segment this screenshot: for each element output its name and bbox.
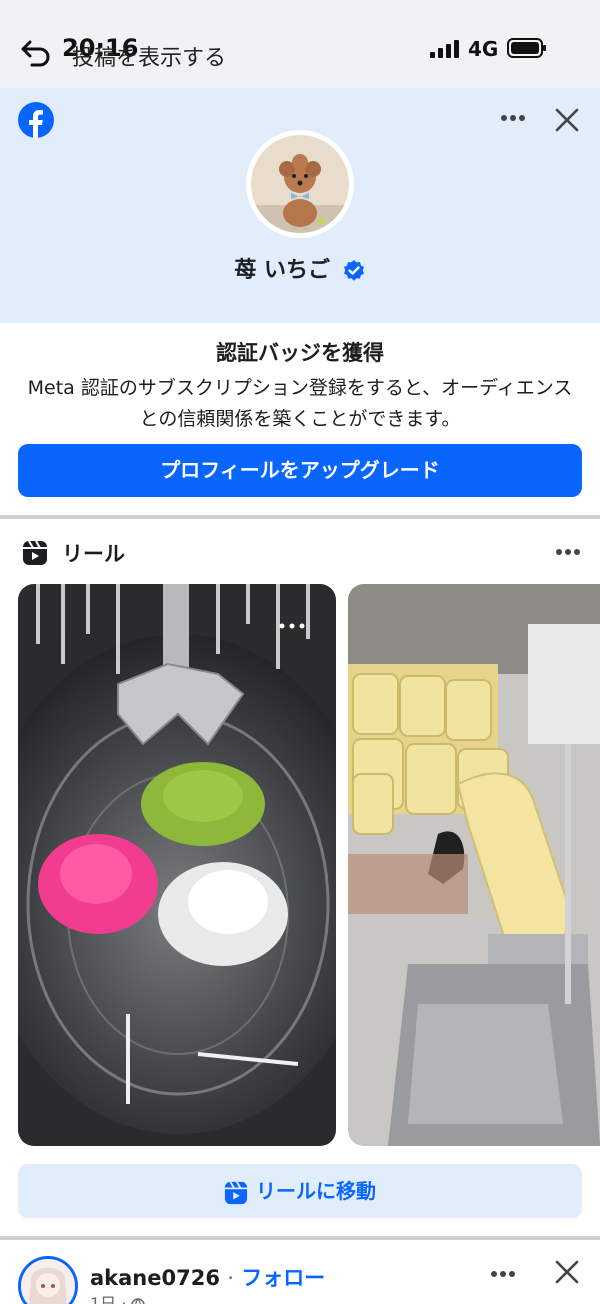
section-divider (0, 515, 600, 519)
profile-name[interactable]: 苺 いちご (234, 258, 330, 283)
close-icon[interactable] (555, 108, 579, 132)
reels-section-title: リール (62, 542, 125, 566)
post-username[interactable]: akane0726 (90, 1266, 220, 1290)
reel-thumbnail-powders[interactable] (18, 584, 336, 1146)
follow-button[interactable]: フォロー (241, 1266, 325, 1290)
post-close-icon[interactable] (555, 1260, 579, 1284)
dog-photo (251, 135, 349, 233)
anime-avatar-image (21, 1259, 75, 1304)
more-options-icon[interactable] (500, 114, 526, 122)
post-separator: · (227, 1266, 234, 1290)
reel-thumbnail-butter[interactable] (348, 584, 600, 1146)
post-more-options-icon[interactable] (490, 1270, 516, 1278)
promo-title: 認証バッジを獲得 (216, 341, 384, 365)
reel-butter-image (348, 584, 600, 1146)
post-author-line: akane0726 · フォロー (90, 1262, 325, 1292)
battery-icon (507, 38, 546, 58)
reels-icon (23, 540, 47, 565)
profile-avatar[interactable] (246, 130, 354, 238)
reels-header: リール (0, 530, 600, 574)
reel-powders-image (18, 584, 336, 1146)
facebook-logo-icon[interactable] (18, 102, 54, 138)
page-breadcrumb: 投稿を表示する (72, 46, 227, 71)
promo-description: Meta 認証のサブスクリプション登録をすると、オーディエンスとの信頼関係を築く… (27, 377, 573, 430)
verified-badge-icon (343, 260, 364, 281)
post-time-separator: · (121, 1294, 127, 1304)
upgrade-profile-button[interactable]: プロフィールをアップグレード (18, 444, 582, 497)
reels-more-options-icon[interactable] (555, 548, 581, 556)
globe-icon (131, 1297, 146, 1304)
back-arrow-icon[interactable] (18, 34, 54, 70)
post-meta: 1日 · (90, 1290, 146, 1304)
signal-icon (430, 40, 459, 58)
network-type: 4G (468, 37, 499, 61)
go-to-reels-button[interactable]: リールに移動 (18, 1164, 582, 1218)
profile-card: 苺 いちご (0, 88, 600, 323)
top-bar: 20:16 投稿を表示する 4G (0, 0, 600, 88)
go-to-reels-label: リールに移動 (256, 1179, 376, 1203)
profile-name-row: 苺 いちご (0, 252, 600, 284)
post-header: akane0726 · フォロー 1日 · (0, 1240, 600, 1304)
verification-promo: 認証バッジを獲得 Meta 認証のサブスクリプション登録をすると、オーディエンス… (0, 323, 600, 515)
post-time: 1日 (90, 1294, 117, 1304)
reels-blue-icon (224, 1180, 248, 1204)
post-author-avatar[interactable] (18, 1256, 78, 1304)
